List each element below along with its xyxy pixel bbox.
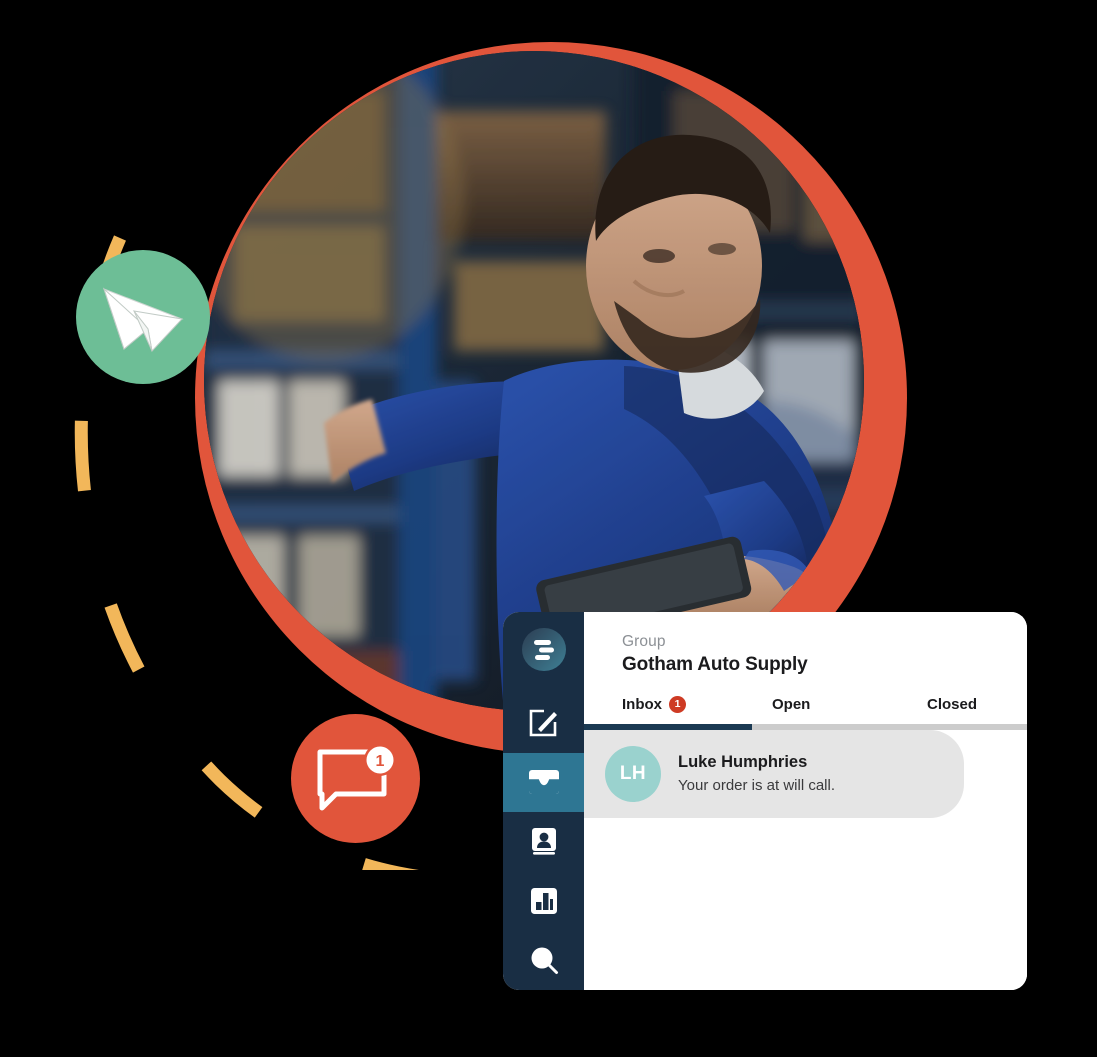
contacts-icon	[531, 827, 556, 855]
sidebar-item-contacts[interactable]	[503, 812, 584, 871]
app-main: Group Gotham Auto Supply Inbox 1 Open Cl…	[584, 612, 1027, 990]
brand-logo-icon	[533, 639, 554, 660]
list-item-text: Luke Humphries Your order is at will cal…	[678, 752, 835, 797]
paper-plane-badge	[76, 250, 210, 384]
chat-badge-count: 1	[375, 753, 384, 770]
reports-icon	[530, 888, 557, 915]
inbox-icon	[528, 770, 559, 795]
sidebar-item-inbox[interactable]	[503, 752, 584, 813]
list-item[interactable]: LH Luke Humphries Your order is at will …	[584, 730, 964, 819]
message-list: LH Luke Humphries Your order is at will …	[584, 730, 1027, 990]
search-icon	[531, 947, 558, 975]
list-item-name: Luke Humphries	[678, 752, 808, 771]
canvas: 1 Group Gotham Auto Supply Inbox 1 Open …	[0, 0, 1097, 1057]
sidebar-item-search[interactable]	[503, 931, 584, 990]
sidebar-item-compose[interactable]	[503, 693, 584, 752]
chat-bubble-icon: 1	[317, 743, 396, 810]
conversation-header: Group Gotham Auto Supply	[584, 612, 1027, 677]
avatar: LH	[605, 746, 661, 803]
tab-inbox-label: Inbox	[622, 696, 662, 714]
tab-open[interactable]: Open	[772, 696, 927, 724]
status-badge: 1	[669, 696, 686, 714]
page-title: Gotham Auto Supply	[622, 654, 808, 676]
tab-open-label: Open	[772, 696, 811, 714]
tab-bar: Inbox 1 Open Closed	[584, 696, 1027, 724]
tab-inbox[interactable]: Inbox 1	[622, 696, 772, 724]
list-item-preview: Your order is at will call.	[678, 777, 836, 795]
app-sidebar	[503, 612, 584, 990]
sidebar-item-reports[interactable]	[503, 871, 584, 930]
compose-icon	[529, 709, 557, 737]
brand-logo[interactable]	[521, 628, 566, 672]
tab-closed[interactable]: Closed	[927, 696, 977, 724]
messaging-app-panel: Group Gotham Auto Supply Inbox 1 Open Cl…	[503, 612, 1027, 990]
tab-closed-label: Closed	[927, 696, 978, 714]
group-eyebrow-label: Group	[622, 633, 666, 650]
paper-plane-icon	[102, 287, 184, 353]
chat-notification-badge: 1	[291, 714, 420, 843]
